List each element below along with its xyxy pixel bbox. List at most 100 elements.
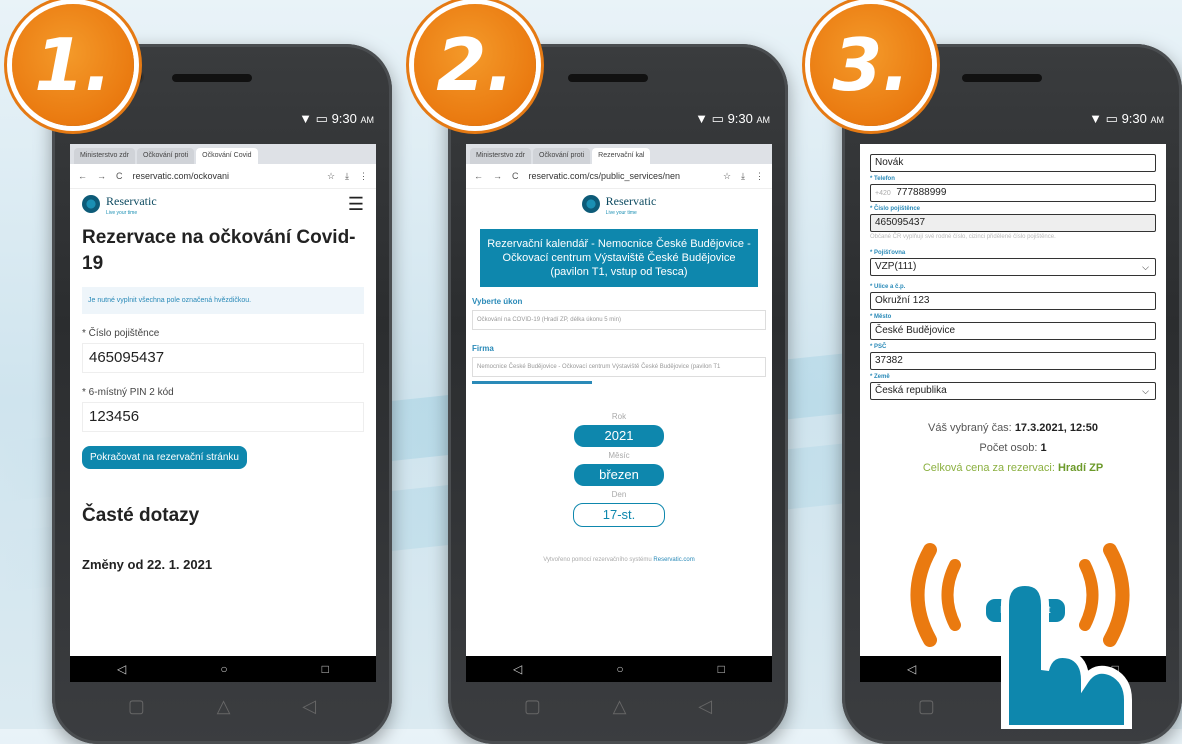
browser-tabs: Ministerstvo zdr Očkování proti Očkování…	[70, 144, 376, 164]
wifi-icon: ▼	[1089, 111, 1103, 126]
browser-tabs: Ministerstvo zdr Očkování proti Rezervač…	[466, 144, 772, 164]
tab-2[interactable]: Očkování proti	[137, 148, 195, 164]
logo[interactable]: Reservatic Live your time	[606, 192, 657, 216]
reload-icon[interactable]: C	[512, 171, 519, 181]
progress-bar	[472, 381, 592, 384]
faq-title: Časté dotazy	[82, 505, 200, 526]
tap-wave-icon	[941, 559, 961, 631]
tab-1[interactable]: Ministerstvo zdr	[470, 148, 532, 164]
tab-1[interactable]: Ministerstvo zdr	[74, 148, 136, 164]
hamburger-menu-icon[interactable]: ☰	[348, 194, 364, 215]
url-bar[interactable]: ← → C reservatic.com/ockovani ☆ ⤓ ⋮	[70, 164, 376, 189]
street-label: * Ulice a č.p.	[870, 284, 906, 290]
day-label: Den	[611, 490, 627, 499]
pin-label: * 6-místný PIN 2 kód	[82, 387, 174, 398]
year-select[interactable]: 2021	[574, 425, 664, 447]
service-select[interactable]: Očkování na COVID-19 (Hradí ZP, délka úk…	[472, 310, 766, 330]
menu-dots-icon[interactable]: ⋮	[755, 171, 764, 182]
summary-persons: Počet osob: 1	[979, 442, 1047, 454]
insurer-label: * Pojišťovna	[870, 250, 906, 256]
phone-input[interactable]: +420 777888999	[870, 184, 1156, 202]
step-badge-2: 2.	[414, 4, 536, 126]
continue-button[interactable]: Pokračovat na rezervační stránku	[82, 446, 247, 469]
home-nav-icon[interactable]: ○	[616, 662, 623, 676]
changes-title: Změny od 22. 1. 2021	[82, 557, 213, 572]
url-bar[interactable]: ← → C reservatic.com/cs/public_services/…	[466, 164, 772, 189]
city-label: * Město	[870, 314, 892, 320]
url-text[interactable]: reservatic.com/ockovani	[133, 171, 317, 181]
surname-input[interactable]: Novák	[870, 154, 1156, 172]
pin-input[interactable]: 123456	[82, 402, 364, 432]
summary-time: Váš vybraný čas: 17.3.2021, 12:50	[927, 422, 1098, 434]
screen-2: Ministerstvo zdr Očkování proti Rezervač…	[466, 144, 772, 664]
tap-wave-icon	[1079, 559, 1099, 631]
company-select[interactable]: Nemocnice České Budějovice - Očkovací ce…	[472, 357, 766, 377]
country-label: * Země	[870, 374, 890, 380]
hardware-buttons: ▢△◁	[523, 695, 713, 716]
year-label: Rok	[611, 412, 627, 421]
tab-3[interactable]: Očkování Covid	[196, 148, 258, 164]
summary-price: Celková cena za rezervaci: Hradí ZP	[922, 462, 1104, 474]
screen-1: Ministerstvo zdr Očkování proti Očkování…	[70, 144, 376, 664]
back-nav-icon[interactable]: ◁	[117, 662, 126, 676]
forward-icon[interactable]: →	[97, 171, 106, 181]
required-notice: Je nutné vyplnit všechna pole označená h…	[82, 287, 364, 314]
insurance-hint: Občané ČR vyplňují své rodné číslo, cizi…	[870, 234, 1056, 240]
step-badge-1: 1.	[12, 4, 134, 126]
star-icon[interactable]: ☆	[723, 171, 731, 182]
download-icon[interactable]: ⤓	[741, 171, 745, 182]
tap-wave-icon	[910, 543, 937, 647]
reservatic-logo-icon	[581, 195, 600, 213]
tap-wave-icon	[1103, 543, 1130, 647]
home-nav-icon[interactable]: ○	[220, 662, 227, 676]
day-select[interactable]: 17-st.	[573, 503, 665, 527]
reservatic-logo-icon	[82, 195, 100, 213]
calendar-title: Rezervační kalendář - Nemocnice České Bu…	[480, 229, 758, 287]
city-input[interactable]: České Budějovice	[870, 322, 1156, 340]
back-nav-icon[interactable]: ◁	[513, 662, 522, 676]
insurance-number-input[interactable]: 465095437	[82, 343, 364, 373]
zip-input[interactable]: 37382	[870, 352, 1156, 370]
powered-link[interactable]: Reservatic.com	[653, 557, 694, 563]
reload-icon[interactable]: C	[116, 171, 123, 181]
hardware-buttons: ▢△◁	[127, 695, 317, 716]
chevron-down-icon: ⌵	[1142, 386, 1149, 396]
site-header: Reservatic Live your time ☰	[70, 189, 376, 219]
download-icon[interactable]: ⤓	[345, 171, 349, 182]
star-icon[interactable]: ☆	[327, 171, 335, 182]
forward-icon[interactable]: →	[493, 171, 502, 181]
powered-by: Vytvořeno pomocí rezervačního systému Re…	[543, 557, 695, 563]
tab-3[interactable]: Rezervační kal	[592, 148, 651, 164]
wifi-icon: ▼	[695, 111, 709, 126]
recent-nav-icon[interactable]: □	[322, 662, 329, 676]
speaker	[172, 74, 252, 82]
tab-2[interactable]: Očkování proti	[533, 148, 591, 164]
phone-2: ▼ ▭ 9:30 AM Ministerstvo zdr Očkování pr…	[448, 44, 788, 744]
insurance-number-label: * Číslo pojištěnce	[82, 328, 160, 339]
insurer-select[interactable]: VZP(111) ⌵	[870, 258, 1156, 276]
step-badge-3: 3.	[810, 4, 932, 126]
country-select[interactable]: Česká republika ⌵	[870, 382, 1156, 400]
insurance-number-input[interactable]: 465095437	[870, 214, 1156, 232]
street-input[interactable]: Okružní 123	[870, 292, 1156, 310]
menu-dots-icon[interactable]: ⋮	[359, 171, 368, 182]
back-icon[interactable]: ←	[78, 171, 87, 181]
recent-nav-icon[interactable]: □	[718, 662, 725, 676]
android-nav-bar: ◁ ○ □	[70, 656, 376, 682]
pointing-hand-icon	[1001, 577, 1132, 729]
chevron-down-icon: ⌵	[1142, 262, 1149, 272]
wifi-icon: ▼	[299, 111, 313, 126]
month-select[interactable]: březen	[574, 464, 664, 486]
url-text[interactable]: reservatic.com/cs/public_services/nen	[529, 171, 713, 181]
logo[interactable]: Reservatic Live your time	[106, 192, 157, 216]
speaker	[568, 74, 648, 82]
speaker	[962, 74, 1042, 82]
company-label: Firma	[472, 344, 494, 353]
phone-1: ▼ ▭ 9:30 AM Ministerstvo zdr Očkování pr…	[52, 44, 392, 744]
camera	[132, 72, 142, 82]
back-icon[interactable]: ←	[474, 171, 483, 181]
tap-hand-illustration	[910, 543, 1132, 729]
android-nav-bar: ◁ ○ □	[466, 656, 772, 682]
phone-label: * Telefon	[870, 176, 895, 182]
page-title: Rezervace na očkování Covid-19	[82, 227, 356, 274]
